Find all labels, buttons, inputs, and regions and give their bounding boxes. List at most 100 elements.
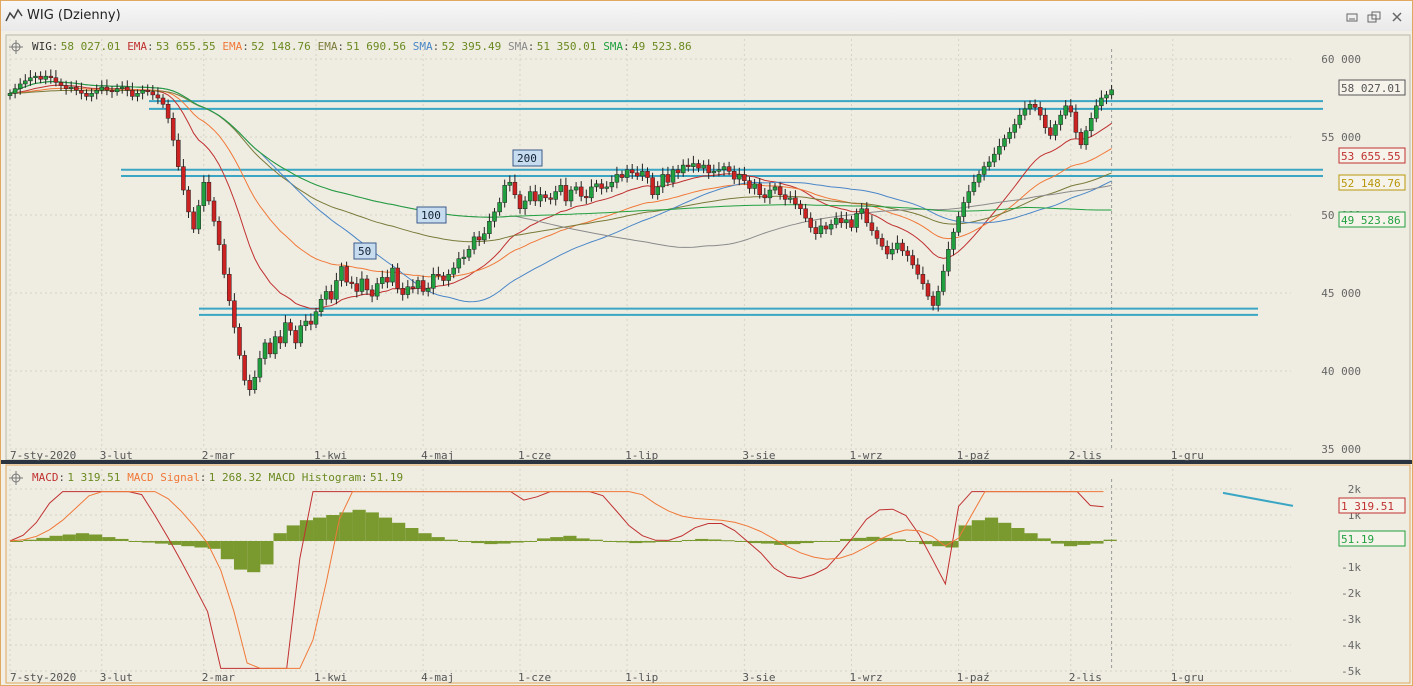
macd-histogram-bar xyxy=(102,537,116,541)
candle xyxy=(900,242,905,252)
candle xyxy=(777,186,783,195)
macd-legend-name: MACD Signal xyxy=(127,471,200,484)
candle xyxy=(701,164,706,169)
price-legend-name: EMA xyxy=(318,40,338,53)
macd-histogram-bar xyxy=(220,541,234,560)
x-tick-label: 1-cze xyxy=(518,671,551,684)
candle xyxy=(420,280,426,292)
candle xyxy=(94,89,99,94)
candle xyxy=(354,283,360,292)
macd-histogram-bar xyxy=(695,538,709,541)
macd-histogram-bar xyxy=(1090,541,1104,544)
x-tick-label: 4-maj xyxy=(421,449,454,462)
macd-histogram-bar xyxy=(431,537,445,541)
candle xyxy=(986,161,992,167)
y-tick-label: 40 000 xyxy=(1321,365,1361,378)
macd-histogram-bar xyxy=(260,541,274,565)
candle xyxy=(660,174,666,188)
candle xyxy=(568,189,574,202)
candle xyxy=(400,288,405,295)
candle xyxy=(762,194,768,199)
y-tick-label: 60 000 xyxy=(1321,53,1361,66)
candle xyxy=(211,200,217,222)
price-legend-colon: : xyxy=(147,40,154,53)
candle xyxy=(645,171,650,178)
x-tick-label: 7-sty-2020 xyxy=(10,449,76,462)
candle xyxy=(405,286,411,295)
candle xyxy=(33,75,38,78)
price-legend-colon: : xyxy=(623,40,630,53)
restore-icon[interactable] xyxy=(1367,11,1381,23)
macd-histogram-bar xyxy=(1011,528,1025,541)
x-tick-label: 2-lis xyxy=(1069,671,1102,684)
candle xyxy=(992,153,997,163)
candle xyxy=(604,186,609,189)
candle xyxy=(1109,89,1114,96)
ma-period-label: 200 xyxy=(517,152,537,165)
candle xyxy=(997,146,1002,155)
candle xyxy=(196,205,201,230)
candle xyxy=(803,208,808,219)
macd-histogram-bar xyxy=(681,539,696,541)
macd-histogram-bar xyxy=(181,541,195,547)
candle xyxy=(497,202,502,213)
macd-histogram-bar xyxy=(1064,541,1078,547)
price-pane xyxy=(5,34,1411,461)
candle xyxy=(252,376,258,390)
price-legend-name: EMA xyxy=(222,40,242,53)
candle xyxy=(1073,111,1079,133)
macd-histogram-bar xyxy=(484,541,498,545)
candle xyxy=(747,180,752,189)
price-legend-name: SMA xyxy=(508,40,528,53)
candle xyxy=(323,291,329,300)
macd-histogram-bar xyxy=(998,522,1012,541)
candle xyxy=(849,219,854,228)
candle xyxy=(1012,124,1017,133)
candle xyxy=(466,249,472,258)
price-legend-name: WIG xyxy=(32,40,52,53)
macd-y-tick-label: -5k xyxy=(1341,665,1361,678)
candle xyxy=(262,342,268,359)
candle xyxy=(216,220,222,245)
candle xyxy=(278,336,283,344)
candle xyxy=(267,342,273,355)
macd-legend-colon: : xyxy=(200,471,207,484)
candle xyxy=(665,174,671,183)
candle xyxy=(517,194,523,210)
macd-histogram-bar xyxy=(813,541,827,542)
candle xyxy=(839,217,844,224)
candle xyxy=(1032,103,1038,108)
y-tick-label: 55 000 xyxy=(1321,131,1361,144)
candle xyxy=(344,266,349,283)
candle xyxy=(522,200,528,210)
candle xyxy=(981,166,987,175)
candle xyxy=(884,245,890,255)
candle xyxy=(114,88,120,93)
ma-period-label: 100 xyxy=(421,209,441,222)
candle xyxy=(140,89,145,94)
x-tick-label: 1-gru xyxy=(1171,449,1204,462)
x-tick-label: 2-lis xyxy=(1069,449,1102,462)
candle xyxy=(53,77,59,83)
macd-histogram-bar xyxy=(1077,541,1091,545)
candle xyxy=(706,164,711,174)
price-legend-value: 58 027.01 xyxy=(61,40,121,53)
candle xyxy=(461,256,467,259)
close-icon[interactable] xyxy=(1390,11,1404,23)
candle xyxy=(425,288,431,292)
macd-histogram-bar xyxy=(892,539,906,541)
candle xyxy=(385,277,390,283)
minimize-icon[interactable] xyxy=(1345,11,1359,23)
candle xyxy=(553,191,558,200)
candle xyxy=(364,278,370,291)
x-tick-label: 3-sie xyxy=(742,671,775,684)
candle xyxy=(329,291,334,300)
price-badge-value: 53 655.55 xyxy=(1341,150,1401,163)
candle xyxy=(507,181,513,186)
candle xyxy=(476,236,482,241)
candle xyxy=(84,93,89,97)
candle xyxy=(584,196,589,199)
x-tick-label: 1-lip xyxy=(625,671,658,684)
macd-histogram-bar xyxy=(62,534,76,541)
candle xyxy=(935,291,941,306)
